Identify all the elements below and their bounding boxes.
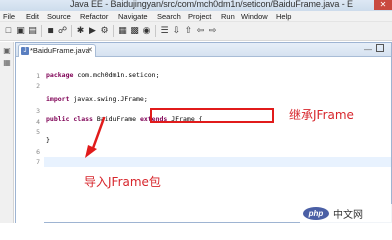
run-icon[interactable]: ▶: [87, 25, 98, 36]
package-explorer-icon[interactable]: ▦: [2, 58, 12, 67]
menu-bar: File Edit Source Refactor Navigate Searc…: [0, 11, 392, 22]
java-file-icon: J: [21, 47, 29, 55]
new-file-icon[interactable]: □: [3, 25, 14, 36]
save-icon[interactable]: ▣: [15, 25, 26, 36]
menu-project[interactable]: Project: [188, 11, 211, 22]
java-editor: J *BaiduFrame.java ✕ — 1 2 3 4 5 6 7 pac…: [15, 42, 392, 223]
watermark-text: 中文网: [333, 210, 363, 221]
line-number: 7: [36, 158, 40, 166]
toolbar: □ ▣ ▤ ◾ ☍ ✱ ▶ ⚙ ▦ ▩ ◉ ☰ ⇩ ⇧ ⇦ ⇨: [0, 22, 392, 41]
left-trim-stack: ▣ ▦: [0, 42, 14, 223]
menu-source[interactable]: Source: [47, 11, 71, 22]
line-number: 3: [36, 107, 40, 115]
code-line-import[interactable]: import javax.swing.JFrame;: [46, 94, 148, 104]
title-bar: Java EE - Baidujingyan/src/com/mch0dm1n/…: [0, 0, 392, 11]
menu-edit[interactable]: Edit: [26, 11, 39, 22]
debug-icon[interactable]: ✱: [75, 25, 86, 36]
import-annotation: 导入JFrame包: [84, 175, 161, 189]
menu-help[interactable]: Help: [276, 11, 291, 22]
extends-highlight-box: [150, 108, 274, 123]
menu-refactor[interactable]: Refactor: [80, 11, 108, 22]
code-line-close-brace[interactable]: }: [46, 135, 50, 145]
menu-run[interactable]: Run: [221, 11, 235, 22]
line-number: 5: [36, 128, 40, 136]
watermark: php 中文网: [300, 204, 392, 223]
maximize-editor-icon[interactable]: [376, 44, 384, 52]
menu-search[interactable]: Search: [157, 11, 181, 22]
window-title: Java EE - Baidujingyan/src/com/mch0dm1n/…: [70, 0, 353, 9]
open-type-icon[interactable]: ◾: [45, 25, 56, 36]
code-line-package[interactable]: package com.mch0dm1n.seticon;: [46, 70, 160, 80]
menu-file[interactable]: File: [3, 11, 15, 22]
minimize-editor-icon[interactable]: —: [364, 45, 372, 55]
line-number: 2: [36, 82, 40, 90]
line-number-gutter: 1 2 3 4 5 6 7: [16, 58, 44, 223]
forward-icon[interactable]: ⇨: [207, 25, 218, 36]
editor-tab[interactable]: J *BaiduFrame.java ✕: [18, 44, 96, 57]
line-number: 6: [36, 148, 40, 156]
line-number: 4: [36, 118, 40, 126]
tab-close-icon[interactable]: ✕: [87, 46, 93, 56]
restore-icon[interactable]: ▣: [2, 46, 12, 55]
menu-navigate[interactable]: Navigate: [118, 11, 148, 22]
editor-tab-label: *BaiduFrame.java: [30, 46, 90, 55]
line-number: 1: [36, 72, 40, 80]
window-close-button[interactable]: ✕: [374, 0, 392, 10]
new-package-icon[interactable]: ▩: [129, 25, 140, 36]
back-icon[interactable]: ⇦: [195, 25, 206, 36]
open-task-icon[interactable]: ☰: [159, 25, 170, 36]
inherit-annotation: 继承JFrame: [289, 108, 354, 122]
new-java-project-icon[interactable]: ▦: [117, 25, 128, 36]
external-tools-icon[interactable]: ⚙: [99, 25, 110, 36]
new-class-icon[interactable]: ◉: [141, 25, 152, 36]
next-annotation-icon[interactable]: ⇩: [171, 25, 182, 36]
editor-tab-row: J *BaiduFrame.java ✕ —: [16, 43, 391, 57]
current-line-highlight: [16, 157, 391, 167]
search-icon[interactable]: ☍: [57, 25, 68, 36]
php-logo: php: [303, 207, 329, 220]
print-icon[interactable]: ▤: [27, 25, 38, 36]
menu-window[interactable]: Window: [241, 11, 268, 22]
previous-annotation-icon[interactable]: ⇧: [183, 25, 194, 36]
